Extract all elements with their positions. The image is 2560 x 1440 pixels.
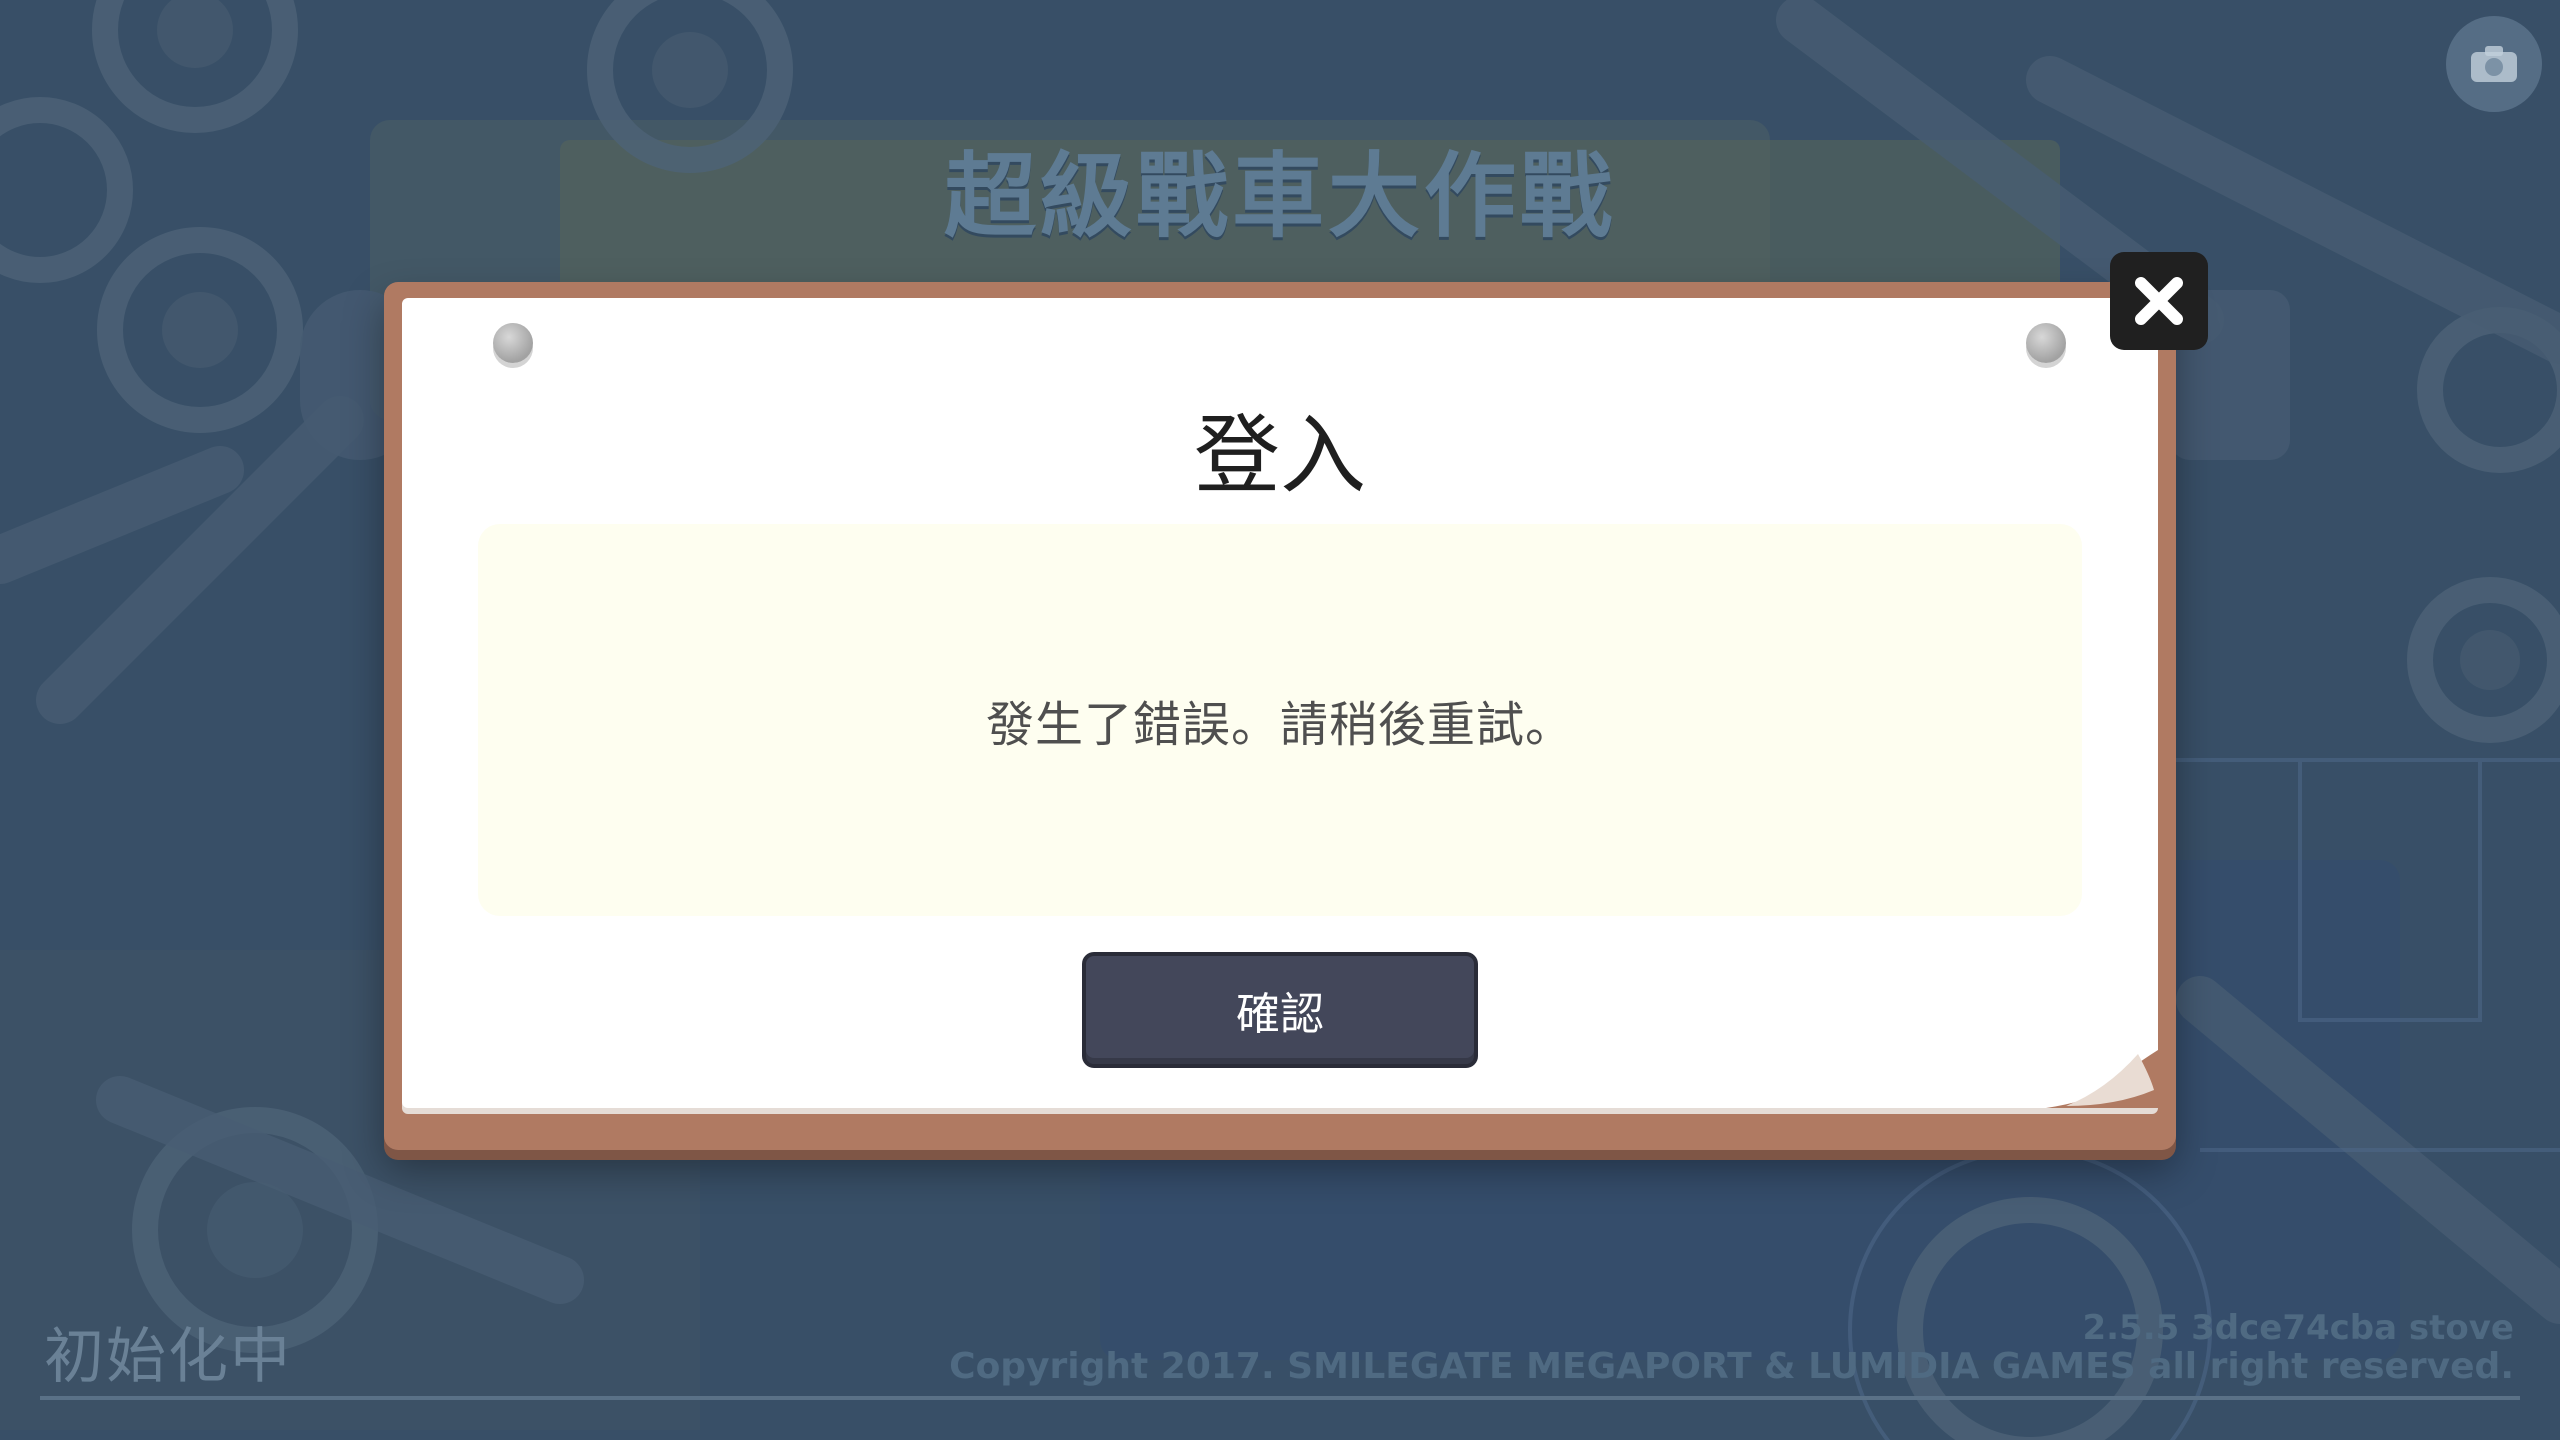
game-title: 超級戰車大作戰 [943, 143, 1616, 250]
camera-icon[interactable] [2446, 16, 2542, 112]
close-icon [2135, 277, 2183, 325]
version-label: 2.5.5 3dce74cba stove [2082, 1308, 2514, 1348]
paper-curl-decoration [2046, 1050, 2158, 1108]
message-box: 發生了錯誤。請稍後重試。 [478, 524, 2082, 916]
confirm-button-label: 確認 [1236, 989, 1324, 1040]
game-screen: 超級戰車大作戰 登入 發生了錯誤。請稍後重試。 確認 初始化中 2.5.5 3d… [0, 0, 2560, 1440]
close-button[interactable] [2110, 252, 2208, 350]
pin-icon [2026, 323, 2066, 363]
loading-status: 初始化中 [44, 1322, 292, 1392]
confirm-button[interactable]: 確認 [1082, 952, 1478, 1068]
error-message: 發生了錯誤。請稍後重試。 [985, 697, 1574, 753]
copyright-notice: Copyright 2017. SMILEGATE MEGAPORT & LUM… [949, 1346, 2514, 1387]
dialog-title: 登入 [1194, 406, 1366, 506]
pin-icon [493, 323, 533, 363]
loading-progress-bar [40, 1396, 2520, 1400]
